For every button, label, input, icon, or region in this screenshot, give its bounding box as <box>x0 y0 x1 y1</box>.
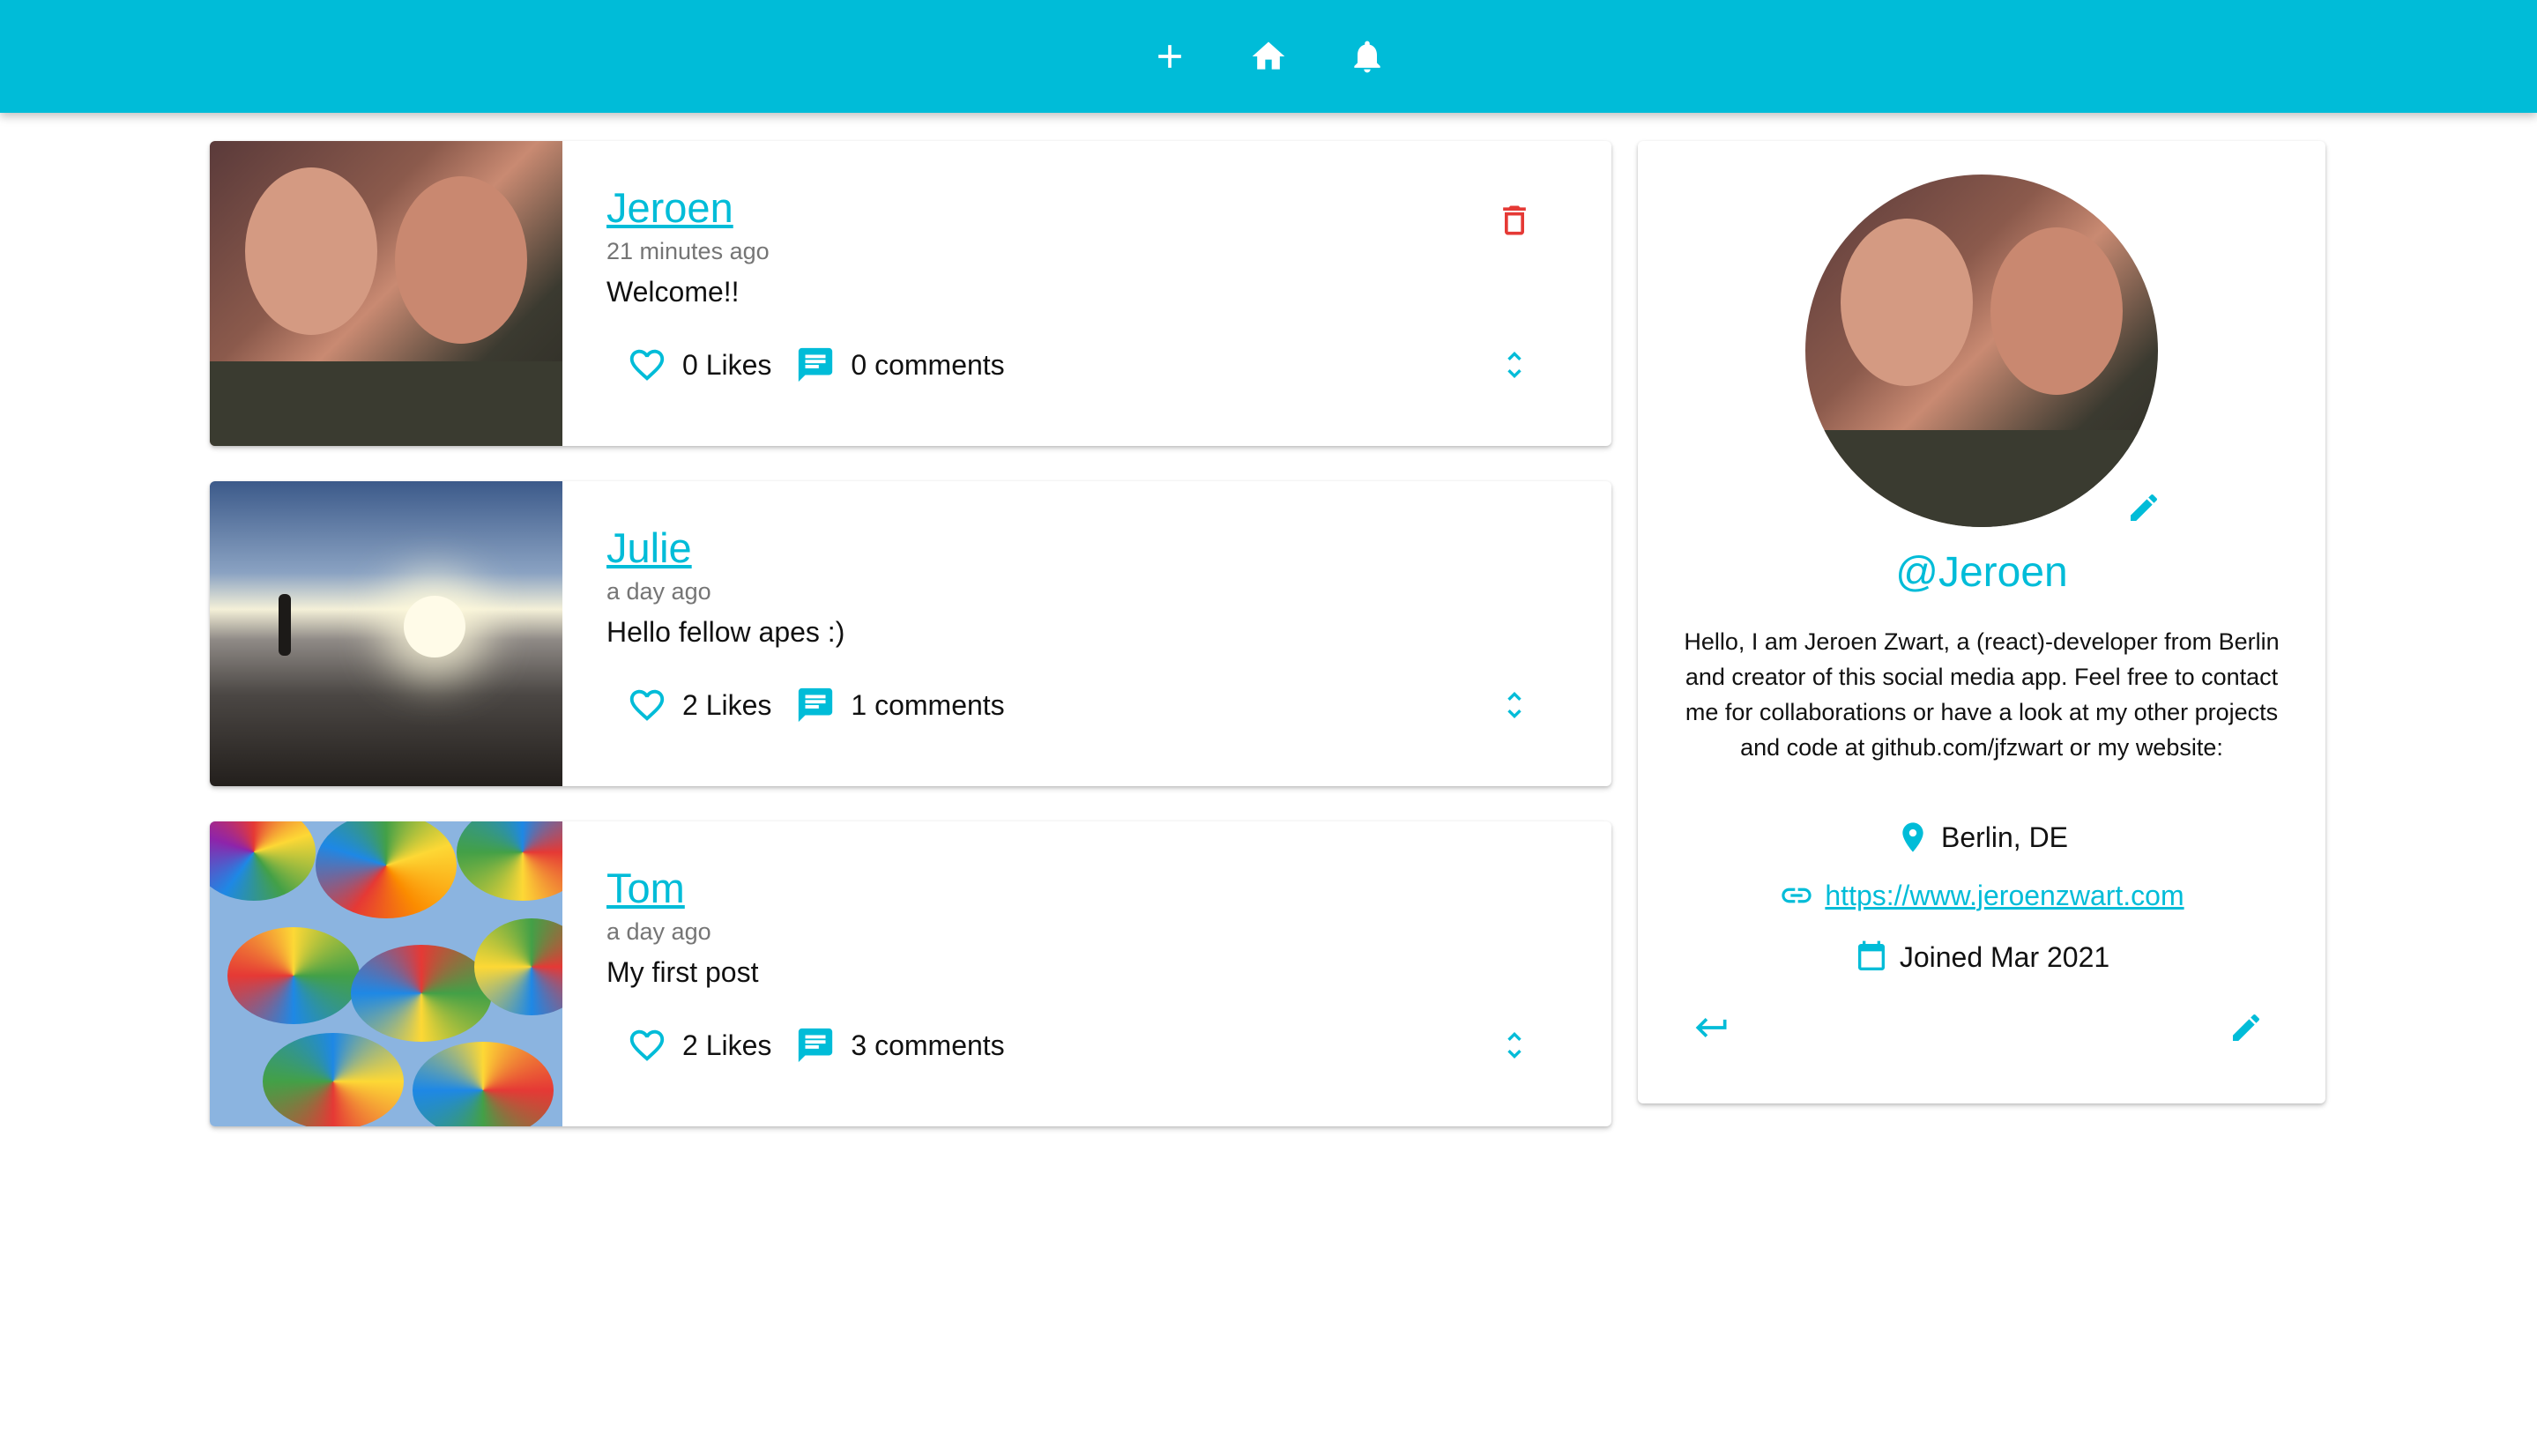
post-body: Tom a day ago My first post 2 Likes 3 co… <box>562 821 1611 1126</box>
post-user-link[interactable]: Julie <box>606 525 692 571</box>
post-body: Julie a day ago Hello fellow apes :) 2 L… <box>562 481 1611 786</box>
app-bar <box>0 0 2537 113</box>
unfold-more-icon <box>1507 1032 1521 1059</box>
keyboard-return-icon <box>1695 1018 1727 1037</box>
post-actions: 2 Likes 3 comments <box>622 1021 1024 1070</box>
profile-bio: Hello, I am Jeroen Zwart, a (react)-deve… <box>1684 628 2280 761</box>
chat-icon <box>799 1028 833 1063</box>
likes-count: 2 Likes <box>682 688 772 721</box>
expand-post-button[interactable] <box>1490 340 1539 390</box>
profile-card: @Jeroen Hello, I am Jeroen Zwart, a (rea… <box>1638 141 2325 1103</box>
heart-outline-icon <box>629 349 665 381</box>
post-card: Julie a day ago Hello fellow apes :) 2 L… <box>210 481 1611 786</box>
trash-icon <box>1503 205 1526 235</box>
logout-button[interactable] <box>1687 1003 1737 1052</box>
edit-profile-button[interactable] <box>2221 1003 2271 1052</box>
post-time: a day ago <box>606 917 711 945</box>
location-text: Berlin, DE <box>1940 821 2069 853</box>
comments-button[interactable] <box>791 1021 840 1070</box>
like-button[interactable] <box>622 340 672 390</box>
post-time: 21 minutes ago <box>606 237 770 264</box>
edit-avatar-button[interactable] <box>2119 483 2169 532</box>
heart-outline-icon <box>629 1029 665 1061</box>
notifications-button[interactable] <box>1339 28 1395 85</box>
like-button[interactable] <box>622 680 672 730</box>
post-user-link[interactable]: Jeroen <box>606 185 733 231</box>
comments-count: 1 comments <box>851 688 1005 721</box>
comments-count: 0 comments <box>851 348 1005 381</box>
expand-post-button[interactable] <box>1490 680 1539 730</box>
post-actions: 0 Likes 0 comments <box>622 340 1024 390</box>
comments-button[interactable] <box>791 680 840 730</box>
post-actions: 2 Likes 1 comments <box>622 680 1024 730</box>
add-icon <box>1158 45 1181 68</box>
pencil-icon <box>2131 494 2158 521</box>
location-pin-icon <box>1902 822 1923 852</box>
link-icon <box>1782 888 1812 903</box>
home-button[interactable] <box>1240 28 1297 85</box>
expand-post-button[interactable] <box>1490 1021 1539 1070</box>
post-user-image <box>210 821 562 1126</box>
comments-count: 3 comments <box>851 1029 1005 1061</box>
post-user-image <box>210 481 562 786</box>
post-user-link[interactable]: Tom <box>606 865 685 911</box>
post-user-image <box>210 141 562 446</box>
website-link[interactable]: https://www.jeroenzwart.com <box>1825 880 2184 912</box>
bell-icon <box>1354 41 1380 73</box>
profile-joined: Joined Mar 2021 <box>1638 940 2325 975</box>
joined-text: Joined Mar 2021 <box>1899 940 2110 973</box>
profile-website: https://www.jeroenzwart.com <box>1638 878 2325 913</box>
add-post-button[interactable] <box>1142 28 1198 85</box>
pencil-icon <box>2233 1014 2260 1041</box>
post-text: Welcome!! <box>606 275 740 308</box>
post-time: a day ago <box>606 577 711 605</box>
heart-outline-icon <box>629 689 665 721</box>
post-text: My first post <box>606 955 759 988</box>
delete-post-button[interactable] <box>1490 196 1539 245</box>
chat-icon <box>799 687 833 723</box>
unfold-more-icon <box>1507 692 1521 718</box>
likes-count: 2 Likes <box>682 1029 772 1061</box>
post-card: Tom a day ago My first post 2 Likes 3 co… <box>210 821 1611 1126</box>
profile-handle[interactable]: @Jeroen <box>1638 548 2325 597</box>
post-text: Hello fellow apes :) <box>606 615 845 648</box>
like-button[interactable] <box>622 1021 672 1070</box>
profile-location: Berlin, DE <box>1638 820 2325 855</box>
calendar-icon <box>1857 940 1885 970</box>
home-icon <box>1252 41 1285 70</box>
likes-count: 0 Likes <box>682 348 772 381</box>
post-body: Jeroen 21 minutes ago Welcome!! 0 Likes … <box>562 141 1611 446</box>
unfold-more-icon <box>1507 352 1521 378</box>
post-card: Jeroen 21 minutes ago Welcome!! 0 Likes … <box>210 141 1611 446</box>
chat-icon <box>799 347 833 383</box>
profile-avatar <box>1805 175 2158 527</box>
comments-button[interactable] <box>791 340 840 390</box>
